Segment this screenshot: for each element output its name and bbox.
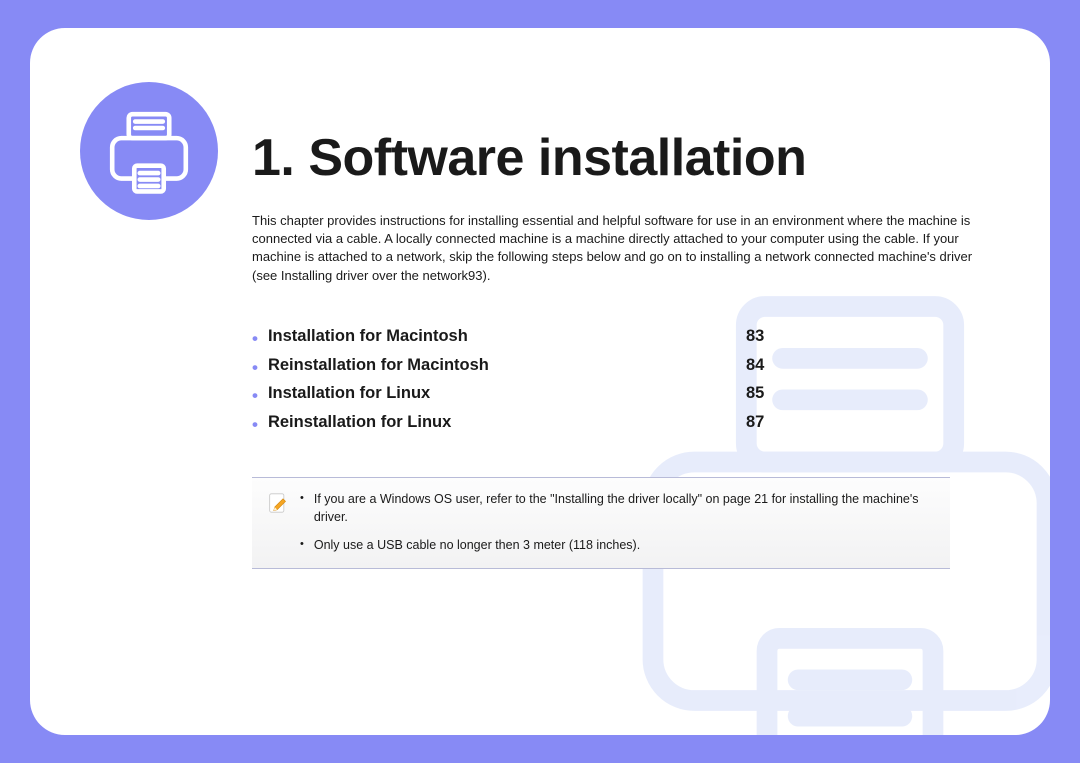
printer-badge-icon: [80, 82, 218, 220]
bullet-icon: •: [252, 413, 258, 437]
note-pencil-icon: [268, 492, 288, 514]
table-of-contents: • Installation for Macintosh 83 • Reinst…: [252, 327, 1050, 437]
toc-page: 84: [746, 356, 764, 380]
toc-page: 87: [746, 413, 764, 437]
toc-label: Reinstallation for Linux: [268, 413, 746, 437]
note-text: If you are a Windows OS user, refer to t…: [314, 490, 932, 526]
chapter-header: 1. Software installation: [30, 28, 1050, 220]
toc-page: 83: [746, 327, 764, 351]
toc-item[interactable]: • Installation for Linux 85: [252, 384, 1050, 408]
toc-item[interactable]: • Reinstallation for Linux 87: [252, 413, 1050, 437]
bullet-icon: •: [300, 490, 304, 526]
toc-page: 85: [746, 384, 764, 408]
bullet-icon: •: [252, 327, 258, 351]
note-text: Only use a USB cable no longer then 3 me…: [314, 536, 640, 554]
chapter-name: Software installation: [308, 129, 806, 187]
bullet-icon: •: [252, 356, 258, 380]
note-box: • If you are a Windows OS user, refer to…: [252, 477, 950, 569]
toc-label: Reinstallation for Macintosh: [268, 356, 746, 380]
bullet-icon: •: [252, 384, 258, 408]
note-item: • If you are a Windows OS user, refer to…: [300, 490, 932, 526]
chapter-title: 1. Software installation: [252, 128, 806, 188]
bullet-icon: •: [300, 536, 304, 554]
toc-item[interactable]: • Installation for Macintosh 83: [252, 327, 1050, 351]
chapter-number: 1.: [252, 129, 294, 187]
note-list: • If you are a Windows OS user, refer to…: [300, 490, 932, 554]
document-page: 1. Software installation This chapter pr…: [30, 28, 1050, 735]
chapter-intro: This chapter provides instructions for i…: [252, 212, 990, 285]
toc-label: Installation for Macintosh: [268, 327, 746, 351]
toc-item[interactable]: • Reinstallation for Macintosh 84: [252, 356, 1050, 380]
note-item: • Only use a USB cable no longer then 3 …: [300, 536, 932, 554]
toc-label: Installation for Linux: [268, 384, 746, 408]
